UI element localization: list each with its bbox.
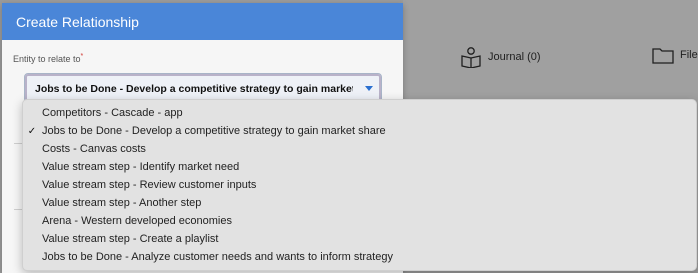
option-label: Competitors - Cascade - app: [42, 107, 183, 119]
entity-select-value: Jobs to be Done - Develop a competitive …: [35, 83, 353, 95]
entity-field-label-text: Entity to relate to: [13, 54, 81, 64]
option-label: Value stream step - Review customer inpu…: [42, 179, 257, 191]
journal-tab[interactable]: Journal (0): [460, 46, 541, 68]
option-label: Arena - Western developed economies: [42, 215, 232, 227]
dropdown-option-selected[interactable]: ✓ Jobs to be Done - Develop a competitiv…: [23, 122, 683, 140]
folder-icon: [652, 46, 674, 64]
option-label: Value stream step - Create a playlist: [42, 233, 219, 245]
dropdown-option[interactable]: Value stream step - Create a playlist: [23, 230, 683, 248]
required-marker: *: [80, 53, 84, 60]
dropdown-option[interactable]: Costs - Canvas costs: [23, 140, 683, 158]
dialog-title: Create Relationship: [16, 13, 139, 30]
files-label: File: [680, 49, 698, 61]
dropdown-option[interactable]: Competitors - Cascade - app: [23, 104, 683, 122]
option-label: Value stream step - Another step: [42, 197, 202, 209]
option-label: Jobs to be Done - Develop a competitive …: [42, 125, 386, 137]
option-label: Value stream step - Identify market need: [42, 161, 240, 173]
journal-label: Journal (0): [488, 51, 541, 63]
entity-field-label: Entity to relate to*: [13, 53, 83, 64]
dropdown-option[interactable]: Value stream step - Identify market need: [23, 158, 683, 176]
option-label: Costs - Canvas costs: [42, 143, 146, 155]
entity-dropdown-list: Competitors - Cascade - app ✓ Jobs to be…: [22, 99, 697, 271]
checkmark-icon: ✓: [27, 125, 37, 137]
dropdown-option[interactable]: Value stream step - Another step: [23, 194, 683, 212]
dialog-header: Create Relationship: [2, 3, 403, 40]
option-label: Jobs to be Done - Analyze customer needs…: [42, 251, 393, 263]
dropdown-option[interactable]: Arena - Western developed economies: [23, 212, 683, 230]
journal-icon: [460, 46, 482, 68]
dropdown-option[interactable]: Jobs to be Done - Analyze customer needs…: [23, 248, 683, 266]
dropdown-option[interactable]: Value stream step - Review customer inpu…: [23, 176, 683, 194]
chevron-down-icon[interactable]: [365, 86, 373, 91]
files-tab[interactable]: File: [652, 46, 698, 64]
